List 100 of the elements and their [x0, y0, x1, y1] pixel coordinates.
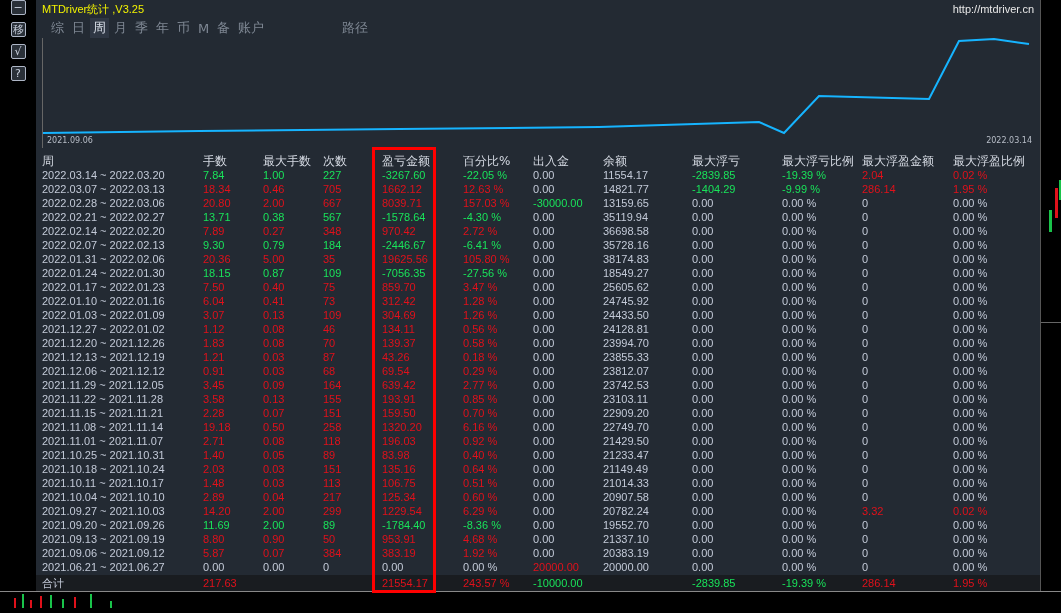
column-header: 余额 — [603, 154, 628, 168]
max-drawdown-percent-cell-text: 0.00 % — [782, 238, 818, 252]
tab[interactable]: 账户 — [235, 18, 268, 38]
side-button[interactable]: ? — [10, 66, 26, 81]
balance-cell-text: 18549.27 — [603, 266, 650, 280]
profit-loss-cell-text: 1662.12 — [382, 182, 423, 196]
deposit-cell-text: 0.00 — [533, 322, 556, 336]
max-drawdown-percent-cell-text: 0.00 % — [782, 322, 818, 336]
max-float-profit-percent-cell-text: 0.02 % — [953, 504, 989, 518]
lots-cell-text: 18.15 — [203, 266, 232, 280]
tab[interactable]: 备 — [214, 18, 234, 38]
tab[interactable]: 日 — [69, 18, 88, 38]
percent-cell-text: 2.77 % — [463, 378, 499, 392]
tab[interactable]: 年 — [153, 18, 172, 38]
side-button[interactable]: − — [10, 0, 26, 15]
percent-cell-text: 6.16 % — [463, 420, 499, 434]
deposit-cell-text: 0.00 — [533, 462, 556, 476]
lots-cell-text: 7.84 — [203, 168, 226, 182]
deposit-cell-text: 0.00 — [533, 182, 556, 196]
max-drawdown-cell-text: 0.00 — [692, 448, 715, 462]
max-drawdown-percent-cell-text: 0.00 % — [782, 336, 818, 350]
max-float-profit-percent-cell-text: 0.00 % — [953, 518, 989, 532]
week-cell-text: 2022.01.03 ~ 2022.01.09 — [42, 308, 166, 322]
week-cell-text: 2021.06.21 ~ 2021.06.27 — [42, 560, 166, 574]
max-float-profit-cell-text: 0 — [862, 490, 870, 504]
tab[interactable]: 币 — [174, 18, 193, 38]
lots-cell-text: 9.30 — [203, 238, 226, 252]
week-cell-text: 2022.03.07 ~ 2022.03.13 — [42, 182, 166, 196]
max-lots-cell-text: 0.41 — [263, 294, 286, 308]
balance-cell-text: 19552.70 — [603, 518, 650, 532]
balance-cell-text: 21014.33 — [603, 476, 650, 490]
column-header: 百分比% — [463, 154, 512, 168]
balance-cell-text: 20383.19 — [603, 546, 650, 560]
column-header: 周 — [42, 154, 55, 168]
max-float-profit-cell-text: 0 — [862, 336, 870, 350]
deposit-cell-text: 0.00 — [533, 420, 556, 434]
column-header: 手数 — [203, 154, 228, 168]
profit-loss-cell-text: 21554.17 — [382, 576, 429, 590]
profit-loss-cell-text: 43.26 — [382, 350, 411, 364]
profit-loss-cell-text: 19625.56 — [382, 252, 429, 266]
week-cell-text: 2021.09.27 ~ 2021.10.03 — [42, 504, 166, 518]
max-drawdown-percent-cell-text: -9.99 % — [782, 182, 821, 196]
percent-cell-text: 105.80 % — [463, 252, 511, 266]
max-float-profit-cell-text: 0 — [862, 392, 870, 406]
max-float-profit-percent-cell-text: 0.00 % — [953, 322, 989, 336]
max-float-profit-percent-cell-text: 0.00 % — [953, 560, 989, 574]
max-drawdown-percent-cell-text: 0.00 % — [782, 210, 818, 224]
lots-cell-text: 2.03 — [203, 462, 226, 476]
balance-cell-text: 23812.07 — [603, 364, 650, 378]
profit-loss-cell-text: 859.70 — [382, 280, 417, 294]
tab[interactable]: 综 — [48, 18, 67, 38]
trades-cell-text: 35 — [323, 252, 337, 266]
profit-loss-cell-text: -1784.40 — [382, 518, 427, 532]
week-cell-text: 2022.02.07 ~ 2022.02.13 — [42, 238, 166, 252]
max-float-profit-cell-text: 0 — [862, 322, 870, 336]
max-lots-cell-text: 0.07 — [263, 406, 286, 420]
profit-loss-cell-text: -7056.35 — [382, 266, 427, 280]
percent-cell-text: 0.40 % — [463, 448, 499, 462]
max-float-profit-percent-cell-text: 0.00 % — [953, 224, 989, 238]
website-link[interactable]: http://mtdriver.cn — [952, 3, 1034, 15]
week-cell-text: 2022.01.24 ~ 2022.01.30 — [42, 266, 166, 280]
deposit-cell-text: 0.00 — [533, 378, 556, 392]
balance-cell-text: 38174.83 — [603, 252, 650, 266]
max-drawdown-cell-text: 0.00 — [692, 504, 715, 518]
profit-loss-cell-text: 953.91 — [382, 532, 417, 546]
max-float-profit-cell-text: 3.32 — [862, 504, 885, 518]
tab[interactable]: M — [195, 19, 213, 37]
trades-cell-text: 70 — [323, 336, 337, 350]
balance-cell-text: 22909.20 — [603, 406, 650, 420]
column-header: 最大浮亏 — [692, 154, 741, 168]
tab[interactable]: 季 — [132, 18, 151, 38]
profit-loss-cell-text: 304.69 — [382, 308, 417, 322]
deposit-cell-text: 0.00 — [533, 518, 556, 532]
tab[interactable]: 月 — [111, 18, 130, 38]
percent-cell-text: 0.18 % — [463, 350, 499, 364]
lots-cell-text: 1.48 — [203, 476, 226, 490]
balance-cell-text: 22749.70 — [603, 420, 650, 434]
max-drawdown-percent-cell-text: 0.00 % — [782, 266, 818, 280]
max-lots-cell-text: 2.00 — [263, 518, 286, 532]
tab[interactable]: 路径 — [339, 18, 372, 38]
max-float-profit-percent-cell-text: 0.00 % — [953, 476, 989, 490]
max-float-profit-cell-text: 0 — [862, 224, 870, 238]
trades-cell-text: 667 — [323, 196, 343, 210]
tab[interactable]: 周 — [90, 18, 109, 38]
max-lots-cell-text: 0.08 — [263, 434, 286, 448]
max-float-profit-percent-cell-text: 0.00 % — [953, 350, 989, 364]
balance-cell-text: 23742.53 — [603, 378, 650, 392]
max-drawdown-cell-text: 0.00 — [692, 462, 715, 476]
max-float-profit-percent-cell-text: 0.00 % — [953, 392, 989, 406]
side-button[interactable]: √ — [10, 44, 26, 59]
lots-cell-text: 20.36 — [203, 252, 232, 266]
max-lots-cell-text: 0.03 — [263, 350, 286, 364]
max-drawdown-percent-cell-text: 0.00 % — [782, 560, 818, 574]
max-float-profit-cell-text: 0 — [862, 350, 870, 364]
lots-cell-text: 1.40 — [203, 448, 226, 462]
max-drawdown-percent-cell-text: 0.00 % — [782, 434, 818, 448]
max-lots-cell-text: 0.87 — [263, 266, 286, 280]
side-button[interactable]: 移 — [10, 22, 26, 37]
balance-cell-text: 36698.58 — [603, 224, 650, 238]
max-lots-cell-text: 0.09 — [263, 378, 286, 392]
